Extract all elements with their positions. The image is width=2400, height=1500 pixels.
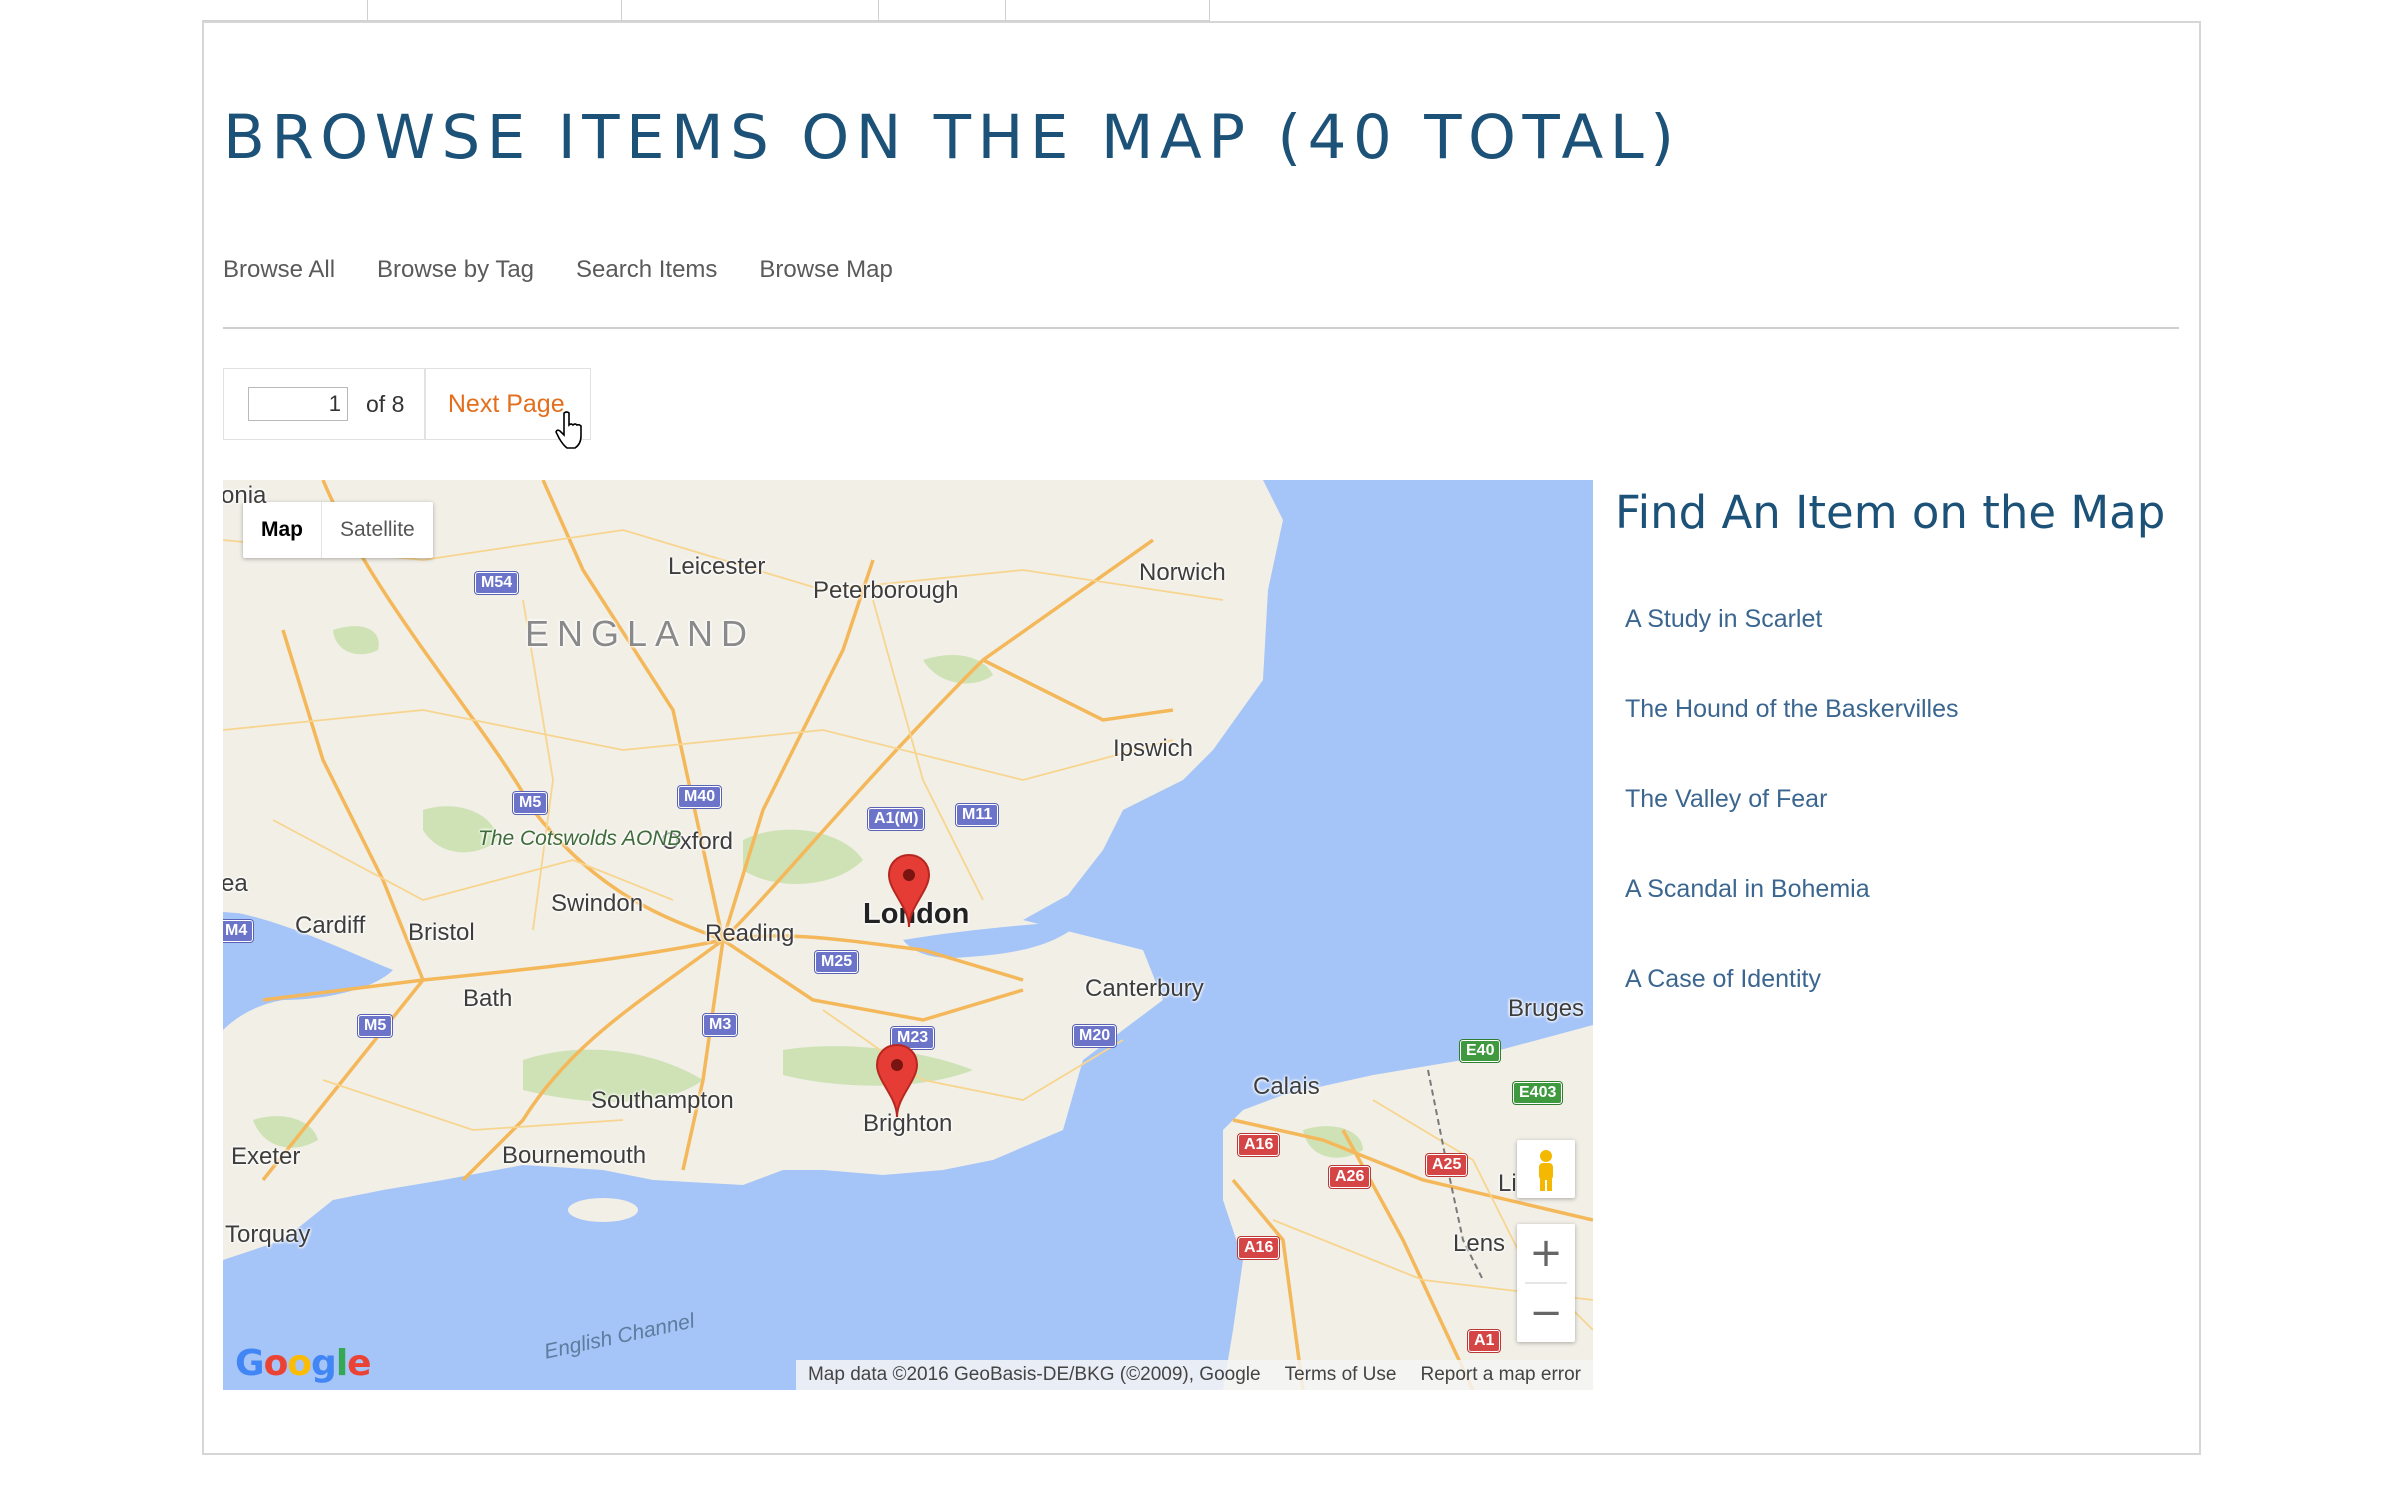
road-shield: M5 [358,1015,393,1037]
map-label: Reading [705,920,795,947]
map-label: Calais [1253,1073,1320,1100]
road-shield: A1 [1468,1330,1501,1352]
map-label: onia [223,482,267,509]
map-type-map-button[interactable]: Map [243,502,321,558]
map-label: Torquay [225,1221,311,1248]
road-shield: E403 [1513,1082,1563,1104]
report-map-error-link[interactable]: Report a map error [1408,1364,1593,1386]
page-title: BROWSE ITEMS ON THE MAP (40 TOTAL) [223,102,1681,173]
map-label: Norwich [1139,559,1226,586]
road-shield: M3 [703,1014,738,1036]
zoom-in-button[interactable]: + [1517,1224,1575,1282]
road-shield: M40 [678,786,722,808]
list-item: The Valley of Fear [1625,785,1959,875]
page-count-label: of 8 [366,390,405,417]
map-data-attribution: Map data ©2016 GeoBasis-DE/BKG (©2009), … [807,1364,1261,1385]
terms-of-use-link[interactable]: Terms of Use [1273,1364,1409,1386]
item-list: A Study in Scarlet The Hound of the Bask… [1625,605,1959,1055]
map-label: Ipswich [1113,735,1194,762]
top-tab[interactable] [1006,0,1210,21]
map-label: Canterbury [1085,975,1204,1002]
road-shield: M54 [475,572,519,594]
item-link[interactable]: A Study in Scarlet [1625,605,1822,633]
street-view-pegman-icon[interactable] [1517,1140,1575,1198]
map-label: Peterborough [813,577,959,604]
road-shield: A1(M) [868,808,925,830]
road-shield: M25 [815,951,859,973]
road-shield: A26 [1329,1166,1371,1188]
map-label: Li [1498,1170,1517,1197]
google-logo: Google [235,1343,372,1384]
pagination-separator [424,368,426,440]
map-label-country: ENGLAND [525,613,756,654]
pagination: of 8 Next Page [223,368,591,440]
road-shield: M5 [513,792,548,814]
map-label: ea [223,870,248,897]
nav-browse-by-tag[interactable]: Browse by Tag [377,256,534,284]
map-marker-icon[interactable] [875,1043,919,1117]
browse-subnav: Browse All Browse by Tag Search Items Br… [223,256,893,284]
map-label: Bruges [1508,995,1585,1022]
top-tab[interactable] [368,0,622,21]
list-item: The Hound of the Baskervilles [1625,695,1959,785]
top-tab[interactable] [202,0,368,21]
map-label: Cardiff [295,912,366,939]
road-shield: M11 [956,804,999,826]
map-label: Bournemouth [502,1142,647,1169]
top-tab[interactable] [879,0,1006,21]
nav-search-items[interactable]: Search Items [576,256,717,284]
road-shield: A16 [1238,1134,1280,1156]
road-shield: A16 [1238,1237,1280,1259]
list-item: A Scandal in Bohemia [1625,875,1959,965]
hand-cursor-icon [555,411,582,449]
map-label: Bristol [408,919,475,946]
road-shield: M20 [1073,1025,1117,1047]
divider [223,327,2179,329]
map-label-park: The Cotswolds AONB [478,827,682,850]
map-label: Lens [1453,1230,1506,1257]
nav-browse-map[interactable]: Browse Map [759,256,892,284]
zoom-out-button[interactable]: − [1517,1284,1575,1342]
item-link[interactable]: The Hound of the Baskervilles [1625,695,1959,723]
map-label: Swindon [551,890,644,917]
next-page-link[interactable]: Next Page [448,390,565,419]
map-label: Southampton [591,1087,734,1114]
list-item: A Case of Identity [1625,965,1959,1055]
map-label: Leicester [668,553,766,580]
road-shield: A25 [1426,1154,1468,1176]
top-tab[interactable] [622,0,879,21]
map-marker-icon[interactable] [887,853,931,927]
nav-browse-all[interactable]: Browse All [223,256,335,284]
map-type-control: Map Satellite [243,502,433,558]
map-view[interactable]: Map Satellite onia Leicester Peterboroug… [223,480,1593,1390]
map-attribution: Map data ©2016 GeoBasis-DE/BKG (©2009), … [795,1360,1593,1390]
page-number-input[interactable] [248,387,348,421]
map-label: Bath [463,985,513,1012]
road-shield: E40 [1460,1040,1501,1062]
map-label: Exeter [231,1143,301,1170]
map-type-satellite-button[interactable]: Satellite [321,502,433,558]
item-link[interactable]: The Valley of Fear [1625,785,1827,813]
road-shield: M4 [223,920,254,942]
item-link[interactable]: A Case of Identity [1625,965,1821,993]
item-link[interactable]: A Scandal in Bohemia [1625,875,1870,903]
sidebar-title: Find An Item on the Map [1615,486,2166,539]
list-item: A Study in Scarlet [1625,605,1959,695]
zoom-control: + − [1517,1224,1575,1342]
top-tab-strip [202,0,1210,21]
